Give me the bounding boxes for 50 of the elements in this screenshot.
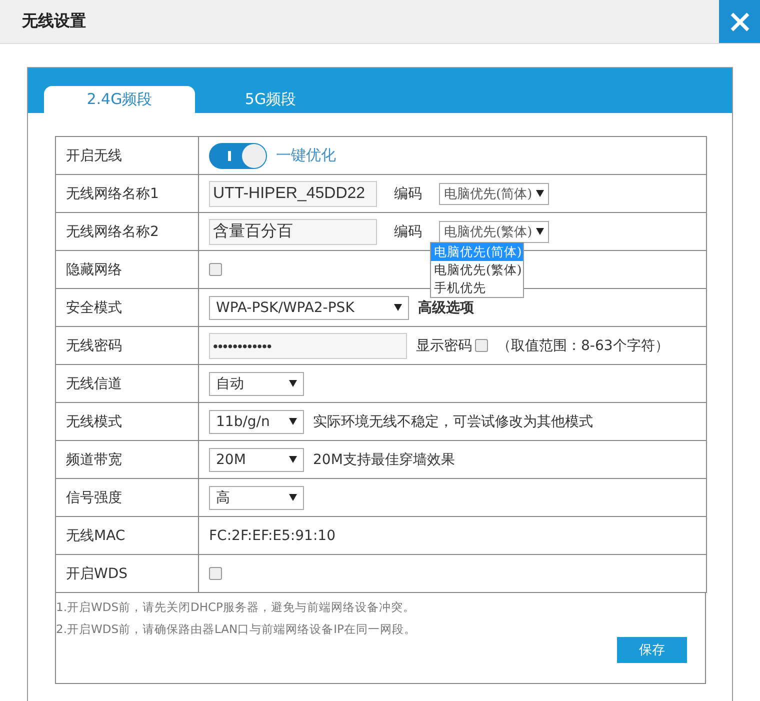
optimize-link[interactable]: 一键优化 xyxy=(276,146,336,165)
dropdown-select[interactable]: WPA-PSK/WPA2-PSK xyxy=(209,296,409,320)
encoding-label: 编码 xyxy=(394,184,422,202)
checkbox[interactable] xyxy=(475,339,488,352)
advanced-options-link[interactable]: 高级选项 xyxy=(418,298,474,316)
checkbox[interactable] xyxy=(209,567,222,580)
encoding-select[interactable]: 电脑优先(简体) xyxy=(439,182,550,204)
note-text: 2.开启WDS前，请确保路由器LAN口与前端网络设备IP在同一网段。 xyxy=(56,621,417,638)
dropdown-option[interactable]: 电脑优先(繁体) xyxy=(431,261,523,279)
field-label: 无线网络名称1 xyxy=(66,186,159,202)
close-button[interactable] xyxy=(719,0,760,43)
password-field[interactable]: •••••••••••• xyxy=(209,332,407,358)
caret-icon xyxy=(289,456,297,463)
dropdown-select[interactable]: 20M xyxy=(209,448,304,472)
close-icon xyxy=(730,12,750,32)
caret-icon xyxy=(394,304,402,311)
field-label: 无线密码 xyxy=(66,338,122,354)
caret-icon xyxy=(289,494,297,501)
field-label: 频道带宽 xyxy=(66,452,122,468)
field-label: 安全模式 xyxy=(66,300,122,316)
hint-text: （取值范围：8-63个字符） xyxy=(497,336,669,354)
ssid-field[interactable]: UTT-HIPER_45DD22 xyxy=(209,180,377,206)
field-label: 开启无线 xyxy=(66,148,122,164)
checkbox[interactable] xyxy=(209,263,222,276)
encoding-select[interactable]: 电脑优先(繁体) xyxy=(439,220,550,242)
field-label: 无线网络名称2 xyxy=(66,224,159,240)
field-label: 信号强度 xyxy=(66,490,122,506)
field-label: 无线模式 xyxy=(66,414,122,430)
dropdown-select[interactable]: 高 xyxy=(209,486,304,510)
mac-address: FC:2F:EF:E5:91:10 xyxy=(209,528,336,544)
toggle-switch[interactable] xyxy=(209,142,267,168)
dropdown-select[interactable]: 11b/g/n xyxy=(209,410,304,434)
show-password-label: 显示密码 xyxy=(416,336,472,354)
caret-icon xyxy=(536,190,544,197)
field-label: 无线MAC xyxy=(66,528,126,544)
encoding-label: 编码 xyxy=(394,222,422,240)
note-text: 1.开启WDS前，请先关闭DHCP服务器，避免与前端网络设备冲突。 xyxy=(56,599,416,616)
dropdown-option[interactable]: 手机优先 xyxy=(431,279,523,297)
field-label: 隐藏网络 xyxy=(66,262,122,278)
caret-icon xyxy=(289,380,297,387)
caret-icon xyxy=(536,228,544,235)
dropdown-select[interactable]: 自动 xyxy=(209,372,304,396)
field-label: 开启WDS xyxy=(66,566,128,582)
hint-text: 实际环境无线不稳定，可尝试修改为其他模式 xyxy=(313,412,593,430)
field-label: 无线信道 xyxy=(66,376,122,392)
hint-text: 20M支持最佳穿墙效果 xyxy=(313,450,455,468)
ssid-field[interactable]: 含量百分百 xyxy=(209,218,377,244)
caret-icon xyxy=(289,418,297,425)
tab[interactable]: 2.4G频段 xyxy=(44,86,195,113)
window-title: 无线设置 xyxy=(22,11,86,32)
